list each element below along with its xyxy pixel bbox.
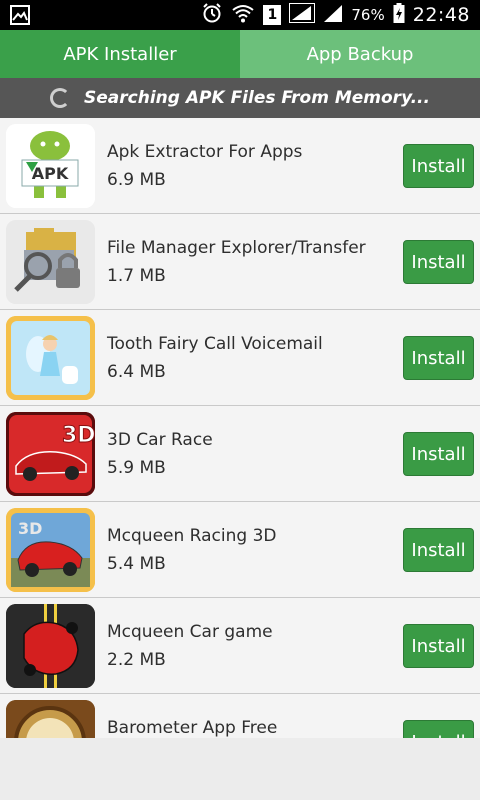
signal-icon-sim1 (289, 3, 316, 27)
mcqueen-car-icon (6, 604, 95, 688)
app-name: Mcqueen Racing 3D (107, 526, 277, 546)
wifi-icon (231, 3, 255, 27)
list-item[interactable]: Mcqueen Car game 2.2 MB Install (0, 598, 480, 694)
app-name: Mcqueen Car game (107, 622, 273, 642)
app-size: 2.2 MB (107, 650, 166, 670)
install-button[interactable]: Install (403, 720, 474, 738)
battery-charging-icon (393, 3, 405, 27)
app-name: File Manager Explorer/Transfer (107, 238, 366, 258)
svg-text:3D: 3D (18, 519, 42, 538)
search-status-bar: Searching APK Files From Memory... (0, 78, 480, 118)
list-item[interactable]: APK Apk Extractor For Apps 6.9 MB Instal… (0, 118, 480, 214)
install-button[interactable]: Install (403, 144, 474, 188)
barometer-icon (6, 700, 95, 738)
install-button[interactable]: Install (403, 624, 474, 668)
mcqueen-racing-icon: 3D (6, 508, 95, 592)
list-item[interactable]: File Manager Explorer/Transfer 1.7 MB In… (0, 214, 480, 310)
list-item[interactable]: 3D 3D Car Race 5.9 MB Install (0, 406, 480, 502)
install-button[interactable]: Install (403, 432, 474, 476)
tab-bar: APK Installer App Backup (0, 30, 480, 78)
svg-text:APK: APK (32, 164, 69, 183)
apk-list[interactable]: APK Apk Extractor For Apps 6.9 MB Instal… (0, 118, 480, 738)
gallery-notification-icon (10, 5, 30, 29)
tooth-fairy-icon (6, 316, 95, 400)
app-size: 5.9 MB (107, 458, 166, 478)
tab-apk-installer[interactable]: APK Installer (0, 30, 240, 78)
list-item[interactable]: Barometer App Free Install (0, 694, 480, 738)
app-size: 6.4 MB (107, 362, 166, 382)
app-name: 3D Car Race (107, 430, 213, 450)
app-name: Tooth Fairy Call Voicemail (107, 334, 323, 354)
battery-percent: 76% (351, 6, 385, 24)
app-size: 6.9 MB (107, 170, 166, 190)
car-race-3d-icon: 3D (6, 412, 95, 496)
loading-spinner-icon (50, 88, 71, 108)
status-bar: 1 76% 22:48 (0, 0, 480, 30)
alarm-icon (201, 2, 223, 28)
clock: 22:48 (412, 4, 470, 26)
list-item[interactable]: 3D Mcqueen Racing 3D 5.4 MB Install (0, 502, 480, 598)
install-button[interactable]: Install (403, 528, 474, 572)
app-name: Barometer App Free (107, 718, 278, 738)
app-name: Apk Extractor For Apps (107, 142, 303, 162)
tab-app-backup[interactable]: App Backup (240, 30, 480, 78)
sim-badge: 1 (263, 5, 282, 25)
install-button[interactable]: Install (403, 336, 474, 380)
signal-icon-sim2 (323, 3, 343, 27)
footer-area (0, 738, 480, 800)
install-button[interactable]: Install (403, 240, 474, 284)
svg-text:3D: 3D (62, 423, 95, 448)
list-item[interactable]: Tooth Fairy Call Voicemail 6.4 MB Instal… (0, 310, 480, 406)
apk-extractor-icon: APK (6, 124, 95, 208)
app-size: 5.4 MB (107, 554, 166, 574)
file-manager-icon (6, 220, 95, 304)
app-size: 1.7 MB (107, 266, 166, 286)
search-status-text: Searching APK Files From Memory... (84, 88, 430, 108)
